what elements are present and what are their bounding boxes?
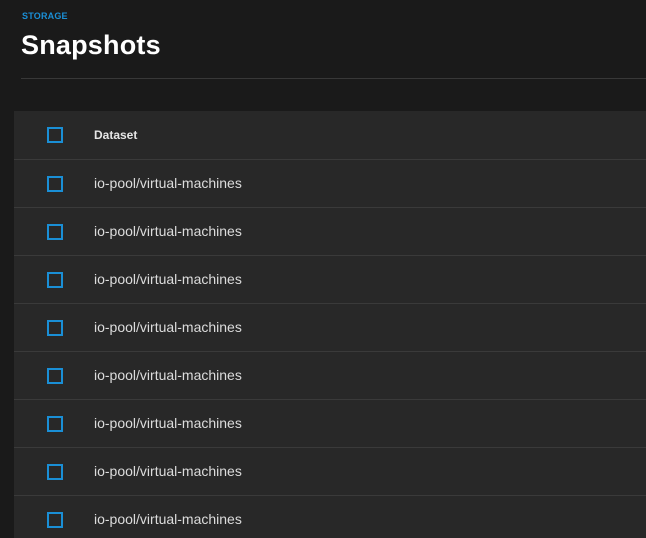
dataset-cell: io-pool/virtual-machines <box>94 511 242 527</box>
row-checkbox[interactable] <box>47 464 63 480</box>
table-row[interactable]: io-pool/virtual-machines <box>14 256 646 304</box>
breadcrumb[interactable]: STORAGE <box>22 11 68 21</box>
dataset-cell: io-pool/virtual-machines <box>94 271 242 287</box>
table-row[interactable]: io-pool/virtual-machines <box>14 208 646 256</box>
column-header-dataset[interactable]: Dataset <box>94 128 137 142</box>
table-row[interactable]: io-pool/virtual-machines <box>14 400 646 448</box>
page-title: Snapshots <box>21 30 161 60</box>
select-all-checkbox[interactable] <box>47 127 63 143</box>
row-checkbox[interactable] <box>47 512 63 528</box>
dataset-cell: io-pool/virtual-machines <box>94 463 242 479</box>
snapshots-page: STORAGE Snapshots Dataset io-pool/virtua… <box>0 0 646 538</box>
dataset-cell: io-pool/virtual-machines <box>94 367 242 383</box>
table-row[interactable]: io-pool/virtual-machines <box>14 304 646 352</box>
row-checkbox[interactable] <box>47 320 63 336</box>
row-checkbox[interactable] <box>47 176 63 192</box>
table-row[interactable]: io-pool/virtual-machines <box>14 496 646 538</box>
header-divider <box>21 78 646 79</box>
dataset-cell: io-pool/virtual-machines <box>94 175 242 191</box>
table-row[interactable]: io-pool/virtual-machines <box>14 160 646 208</box>
row-checkbox[interactable] <box>47 416 63 432</box>
dataset-cell: io-pool/virtual-machines <box>94 319 242 335</box>
row-checkbox[interactable] <box>47 368 63 384</box>
snapshots-table: Dataset io-pool/virtual-machines io-pool… <box>14 111 646 538</box>
dataset-cell: io-pool/virtual-machines <box>94 415 242 431</box>
table-row[interactable]: io-pool/virtual-machines <box>14 448 646 496</box>
table-header: Dataset <box>14 111 646 160</box>
row-checkbox[interactable] <box>47 272 63 288</box>
dataset-cell: io-pool/virtual-machines <box>94 223 242 239</box>
row-checkbox[interactable] <box>47 224 63 240</box>
table-row[interactable]: io-pool/virtual-machines <box>14 352 646 400</box>
